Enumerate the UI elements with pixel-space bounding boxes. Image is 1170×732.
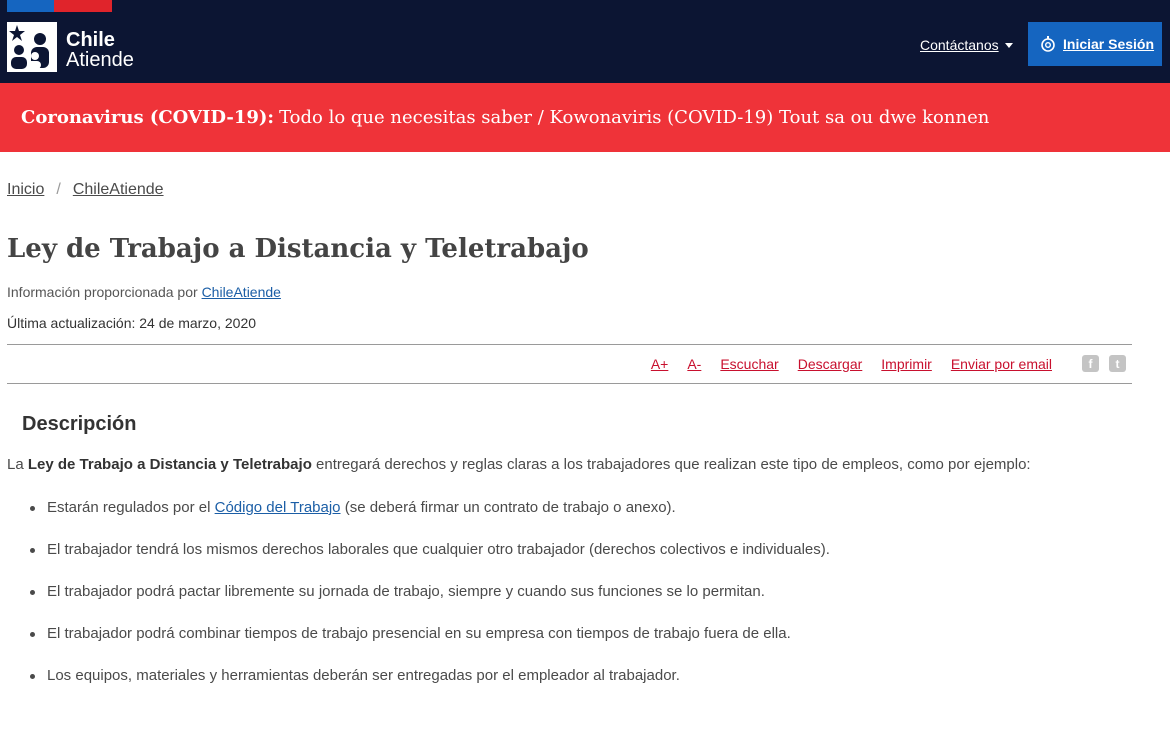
provided-by: Información proporcionada por ChileAtien… [7, 284, 281, 300]
contact-label: Contáctanos [920, 37, 999, 53]
social-share: f t [1072, 355, 1126, 372]
breadcrumb-chileatiende[interactable]: ChileAtiende [73, 181, 164, 199]
clave-unica-icon [1041, 36, 1055, 52]
codigo-trabajo-link[interactable]: Código del Trabajo [215, 499, 341, 516]
item1-prefix: Estarán regulados por el [47, 499, 211, 516]
list-item: El trabajador podrá combinar tiempos de … [30, 625, 830, 667]
page-title: Ley de Trabajo a Distancia y Teletrabajo [7, 234, 589, 264]
login-button[interactable]: Iniciar Sesión [1028, 22, 1162, 66]
font-decrease-link[interactable]: A- [687, 356, 701, 372]
login-label: Iniciar Sesión [1063, 36, 1155, 52]
alert-text: Todo lo que necesitas saber / Kowonaviri… [279, 107, 990, 128]
contact-menu-link[interactable]: Contáctanos [920, 37, 1013, 53]
item1-rest: (se deberá firmar un contrato de trabajo… [344, 499, 676, 516]
intro-prefix: La [7, 456, 24, 473]
description-intro: La Ley de Trabajo a Distancia y Teletrab… [7, 456, 1031, 473]
caret-down-icon [1004, 42, 1013, 48]
logo-text-chile: Chile [66, 29, 115, 51]
list-item: El trabajador tendrá los mismos derechos… [30, 541, 830, 583]
last-updated: Última actualización: 24 de marzo, 2020 [7, 315, 257, 331]
list-item: El trabajador podrá pactar libremente su… [30, 583, 830, 625]
list-item: Estarán regulados por el Código del Trab… [30, 499, 830, 541]
alert-bold-label: Coronavirus (COVID-19): [21, 107, 275, 128]
font-increase-link[interactable]: A+ [651, 356, 669, 372]
intro-bold: Ley de Trabajo a Distancia y Teletrabajo [27, 456, 312, 473]
flag-blue-stripe [7, 0, 54, 12]
description-heading: Descripción [22, 413, 137, 435]
flag-red-stripe [54, 0, 112, 12]
chileatiende-logo[interactable]: Chile Atiende [7, 22, 134, 72]
logo-text-atiende: Atiende [66, 49, 134, 71]
breadcrumb: Inicio / ChileAtiende [7, 181, 164, 199]
flag-bar [7, 0, 112, 12]
site-header: Chile Atiende Contáctanos Iniciar Sesión [0, 0, 1170, 83]
provided-prefix: Información proporcionada por [7, 284, 198, 300]
description-list: Estarán regulados por el Código del Trab… [30, 499, 830, 709]
provider-link[interactable]: ChileAtiende [202, 284, 281, 300]
logo-family-icon [7, 22, 57, 72]
breadcrumb-inicio[interactable]: Inicio [7, 181, 44, 199]
list-item: Los equipos, materiales y herramientas d… [30, 667, 830, 709]
facebook-icon[interactable]: f [1082, 355, 1099, 372]
logo-text: Chile Atiende [66, 30, 134, 70]
covid-alert-banner[interactable]: Coronavirus (COVID-19): Todo lo que nece… [0, 83, 1170, 152]
article-toolbar: A+ A- Escuchar Descargar Imprimir Enviar… [7, 344, 1132, 384]
twitter-icon[interactable]: t [1109, 355, 1126, 372]
email-link[interactable]: Enviar por email [951, 356, 1052, 372]
intro-rest: entregará derechos y reglas claras a los… [316, 456, 1031, 473]
listen-link[interactable]: Escuchar [720, 356, 778, 372]
print-link[interactable]: Imprimir [881, 356, 932, 372]
download-link[interactable]: Descargar [798, 356, 863, 372]
toolbar-actions: A+ A- Escuchar Descargar Imprimir Enviar… [632, 355, 1126, 372]
breadcrumb-separator: / [56, 181, 61, 198]
